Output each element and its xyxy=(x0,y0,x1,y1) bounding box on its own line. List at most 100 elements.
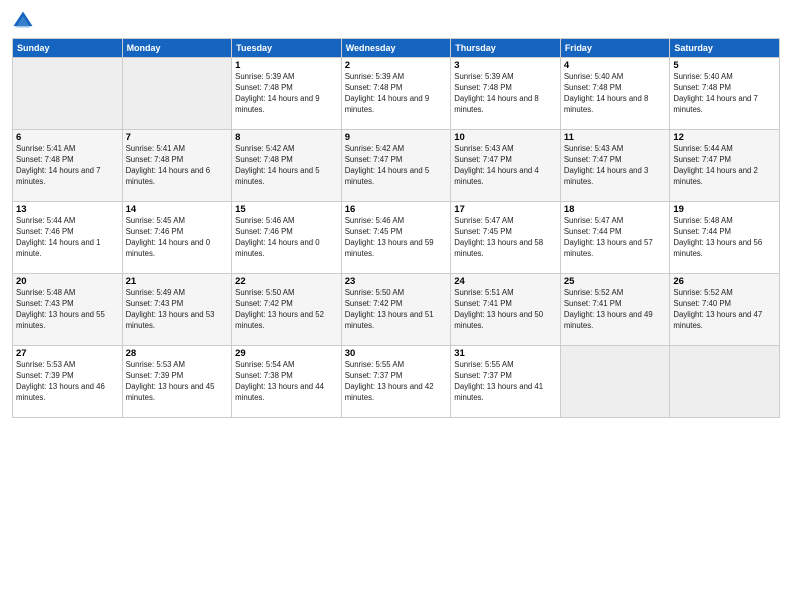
day-cell: 7Sunrise: 5:41 AM Sunset: 7:48 PM Daylig… xyxy=(122,130,232,202)
day-info: Sunrise: 5:46 AM Sunset: 7:46 PM Dayligh… xyxy=(235,216,338,260)
day-number: 22 xyxy=(235,276,338,287)
day-info: Sunrise: 5:40 AM Sunset: 7:48 PM Dayligh… xyxy=(564,72,667,116)
day-number: 16 xyxy=(345,204,448,215)
day-number: 23 xyxy=(345,276,448,287)
day-number: 24 xyxy=(454,276,557,287)
col-header-wednesday: Wednesday xyxy=(341,39,451,58)
col-header-tuesday: Tuesday xyxy=(232,39,342,58)
day-info: Sunrise: 5:39 AM Sunset: 7:48 PM Dayligh… xyxy=(235,72,338,116)
day-number: 2 xyxy=(345,60,448,71)
day-cell xyxy=(560,346,670,418)
day-info: Sunrise: 5:43 AM Sunset: 7:47 PM Dayligh… xyxy=(454,144,557,188)
day-number: 28 xyxy=(126,348,229,359)
day-info: Sunrise: 5:43 AM Sunset: 7:47 PM Dayligh… xyxy=(564,144,667,188)
col-header-saturday: Saturday xyxy=(670,39,780,58)
day-cell: 19Sunrise: 5:48 AM Sunset: 7:44 PM Dayli… xyxy=(670,202,780,274)
day-info: Sunrise: 5:44 AM Sunset: 7:47 PM Dayligh… xyxy=(673,144,776,188)
week-row-1: 1Sunrise: 5:39 AM Sunset: 7:48 PM Daylig… xyxy=(13,58,780,130)
day-number: 9 xyxy=(345,132,448,143)
col-header-sunday: Sunday xyxy=(13,39,123,58)
day-info: Sunrise: 5:41 AM Sunset: 7:48 PM Dayligh… xyxy=(126,144,229,188)
day-cell: 9Sunrise: 5:42 AM Sunset: 7:47 PM Daylig… xyxy=(341,130,451,202)
day-info: Sunrise: 5:52 AM Sunset: 7:40 PM Dayligh… xyxy=(673,288,776,332)
day-number: 21 xyxy=(126,276,229,287)
day-number: 12 xyxy=(673,132,776,143)
day-cell: 22Sunrise: 5:50 AM Sunset: 7:42 PM Dayli… xyxy=(232,274,342,346)
day-number: 8 xyxy=(235,132,338,143)
day-cell: 31Sunrise: 5:55 AM Sunset: 7:37 PM Dayli… xyxy=(451,346,561,418)
day-cell xyxy=(122,58,232,130)
day-number: 26 xyxy=(673,276,776,287)
day-number: 3 xyxy=(454,60,557,71)
day-number: 13 xyxy=(16,204,119,215)
col-header-monday: Monday xyxy=(122,39,232,58)
day-info: Sunrise: 5:39 AM Sunset: 7:48 PM Dayligh… xyxy=(454,72,557,116)
day-info: Sunrise: 5:45 AM Sunset: 7:46 PM Dayligh… xyxy=(126,216,229,260)
day-cell: 14Sunrise: 5:45 AM Sunset: 7:46 PM Dayli… xyxy=(122,202,232,274)
day-info: Sunrise: 5:42 AM Sunset: 7:47 PM Dayligh… xyxy=(345,144,448,188)
day-info: Sunrise: 5:39 AM Sunset: 7:48 PM Dayligh… xyxy=(345,72,448,116)
day-number: 30 xyxy=(345,348,448,359)
day-cell: 25Sunrise: 5:52 AM Sunset: 7:41 PM Dayli… xyxy=(560,274,670,346)
day-cell: 15Sunrise: 5:46 AM Sunset: 7:46 PM Dayli… xyxy=(232,202,342,274)
day-cell: 18Sunrise: 5:47 AM Sunset: 7:44 PM Dayli… xyxy=(560,202,670,274)
day-cell: 4Sunrise: 5:40 AM Sunset: 7:48 PM Daylig… xyxy=(560,58,670,130)
day-info: Sunrise: 5:40 AM Sunset: 7:48 PM Dayligh… xyxy=(673,72,776,116)
day-info: Sunrise: 5:53 AM Sunset: 7:39 PM Dayligh… xyxy=(16,360,119,404)
day-info: Sunrise: 5:42 AM Sunset: 7:48 PM Dayligh… xyxy=(235,144,338,188)
day-info: Sunrise: 5:49 AM Sunset: 7:43 PM Dayligh… xyxy=(126,288,229,332)
day-number: 31 xyxy=(454,348,557,359)
day-cell: 20Sunrise: 5:48 AM Sunset: 7:43 PM Dayli… xyxy=(13,274,123,346)
day-number: 19 xyxy=(673,204,776,215)
day-number: 1 xyxy=(235,60,338,71)
day-info: Sunrise: 5:44 AM Sunset: 7:46 PM Dayligh… xyxy=(16,216,119,260)
day-info: Sunrise: 5:41 AM Sunset: 7:48 PM Dayligh… xyxy=(16,144,119,188)
week-row-5: 27Sunrise: 5:53 AM Sunset: 7:39 PM Dayli… xyxy=(13,346,780,418)
day-cell: 1Sunrise: 5:39 AM Sunset: 7:48 PM Daylig… xyxy=(232,58,342,130)
day-number: 17 xyxy=(454,204,557,215)
header xyxy=(12,10,780,32)
day-cell: 12Sunrise: 5:44 AM Sunset: 7:47 PM Dayli… xyxy=(670,130,780,202)
day-cell: 16Sunrise: 5:46 AM Sunset: 7:45 PM Dayli… xyxy=(341,202,451,274)
day-info: Sunrise: 5:52 AM Sunset: 7:41 PM Dayligh… xyxy=(564,288,667,332)
logo-icon xyxy=(12,10,34,32)
day-number: 6 xyxy=(16,132,119,143)
day-info: Sunrise: 5:55 AM Sunset: 7:37 PM Dayligh… xyxy=(345,360,448,404)
header-row: SundayMondayTuesdayWednesdayThursdayFrid… xyxy=(13,39,780,58)
day-number: 27 xyxy=(16,348,119,359)
col-header-friday: Friday xyxy=(560,39,670,58)
day-cell: 10Sunrise: 5:43 AM Sunset: 7:47 PM Dayli… xyxy=(451,130,561,202)
day-number: 15 xyxy=(235,204,338,215)
day-cell: 26Sunrise: 5:52 AM Sunset: 7:40 PM Dayli… xyxy=(670,274,780,346)
day-cell: 30Sunrise: 5:55 AM Sunset: 7:37 PM Dayli… xyxy=(341,346,451,418)
day-number: 10 xyxy=(454,132,557,143)
day-info: Sunrise: 5:53 AM Sunset: 7:39 PM Dayligh… xyxy=(126,360,229,404)
day-cell: 2Sunrise: 5:39 AM Sunset: 7:48 PM Daylig… xyxy=(341,58,451,130)
day-cell: 5Sunrise: 5:40 AM Sunset: 7:48 PM Daylig… xyxy=(670,58,780,130)
day-cell: 3Sunrise: 5:39 AM Sunset: 7:48 PM Daylig… xyxy=(451,58,561,130)
day-cell: 27Sunrise: 5:53 AM Sunset: 7:39 PM Dayli… xyxy=(13,346,123,418)
day-number: 4 xyxy=(564,60,667,71)
week-row-4: 20Sunrise: 5:48 AM Sunset: 7:43 PM Dayli… xyxy=(13,274,780,346)
day-cell: 8Sunrise: 5:42 AM Sunset: 7:48 PM Daylig… xyxy=(232,130,342,202)
logo xyxy=(12,10,36,32)
day-cell: 21Sunrise: 5:49 AM Sunset: 7:43 PM Dayli… xyxy=(122,274,232,346)
day-info: Sunrise: 5:48 AM Sunset: 7:44 PM Dayligh… xyxy=(673,216,776,260)
day-info: Sunrise: 5:50 AM Sunset: 7:42 PM Dayligh… xyxy=(345,288,448,332)
day-info: Sunrise: 5:47 AM Sunset: 7:45 PM Dayligh… xyxy=(454,216,557,260)
day-cell: 29Sunrise: 5:54 AM Sunset: 7:38 PM Dayli… xyxy=(232,346,342,418)
day-number: 14 xyxy=(126,204,229,215)
week-row-3: 13Sunrise: 5:44 AM Sunset: 7:46 PM Dayli… xyxy=(13,202,780,274)
col-header-thursday: Thursday xyxy=(451,39,561,58)
day-cell xyxy=(670,346,780,418)
day-cell: 23Sunrise: 5:50 AM Sunset: 7:42 PM Dayli… xyxy=(341,274,451,346)
day-cell: 17Sunrise: 5:47 AM Sunset: 7:45 PM Dayli… xyxy=(451,202,561,274)
day-info: Sunrise: 5:55 AM Sunset: 7:37 PM Dayligh… xyxy=(454,360,557,404)
day-info: Sunrise: 5:46 AM Sunset: 7:45 PM Dayligh… xyxy=(345,216,448,260)
day-info: Sunrise: 5:54 AM Sunset: 7:38 PM Dayligh… xyxy=(235,360,338,404)
day-number: 5 xyxy=(673,60,776,71)
day-info: Sunrise: 5:51 AM Sunset: 7:41 PM Dayligh… xyxy=(454,288,557,332)
day-number: 11 xyxy=(564,132,667,143)
day-info: Sunrise: 5:48 AM Sunset: 7:43 PM Dayligh… xyxy=(16,288,119,332)
day-info: Sunrise: 5:50 AM Sunset: 7:42 PM Dayligh… xyxy=(235,288,338,332)
